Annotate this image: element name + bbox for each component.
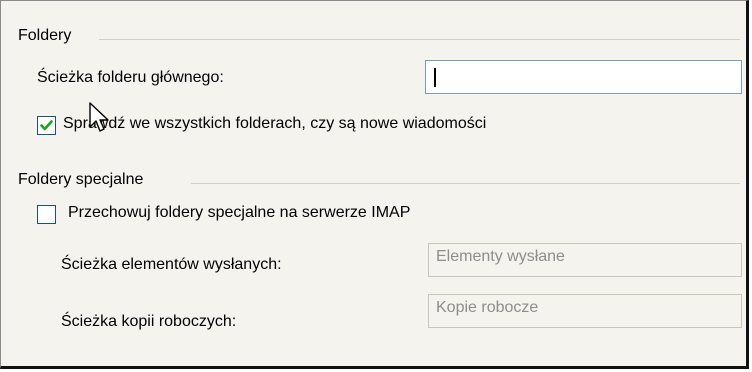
- check-all-folders-checkbox[interactable]: [37, 116, 56, 135]
- check-icon: [40, 120, 53, 131]
- folders-group-title: Foldery: [18, 27, 72, 44]
- mouse-cursor-icon: [89, 102, 109, 132]
- text-caret: [434, 68, 436, 87]
- special-folders-group-title: Foldery specjalne: [18, 171, 144, 188]
- root-folder-path-input[interactable]: [425, 60, 742, 94]
- drafts-path-value: Kopie robocze: [436, 299, 539, 316]
- sent-items-path-label: Ścieżka elementów wysłanych:: [61, 256, 282, 273]
- dialog-panel: Foldery Ścieżka folderu głównego: Sprawd…: [0, 0, 749, 369]
- root-folder-path-label: Ścieżka folderu głównego:: [37, 69, 224, 86]
- store-special-folders-checkbox[interactable]: [37, 205, 56, 224]
- store-special-folders-label[interactable]: Przechowuj foldery specjalne na serwerze…: [68, 204, 410, 222]
- drafts-path-input[interactable]: Kopie robocze: [428, 294, 742, 328]
- sent-items-path-input[interactable]: Elementy wysłane: [428, 243, 742, 277]
- drafts-path-label: Ścieżka kopii roboczych:: [61, 313, 237, 330]
- folders-group-divider: [99, 39, 740, 40]
- check-all-folders-label[interactable]: Sprawdź we wszystkich folderach, czy są …: [63, 115, 486, 133]
- special-folders-group-divider: [191, 183, 740, 184]
- sent-items-path-value: Elementy wysłane: [436, 248, 565, 265]
